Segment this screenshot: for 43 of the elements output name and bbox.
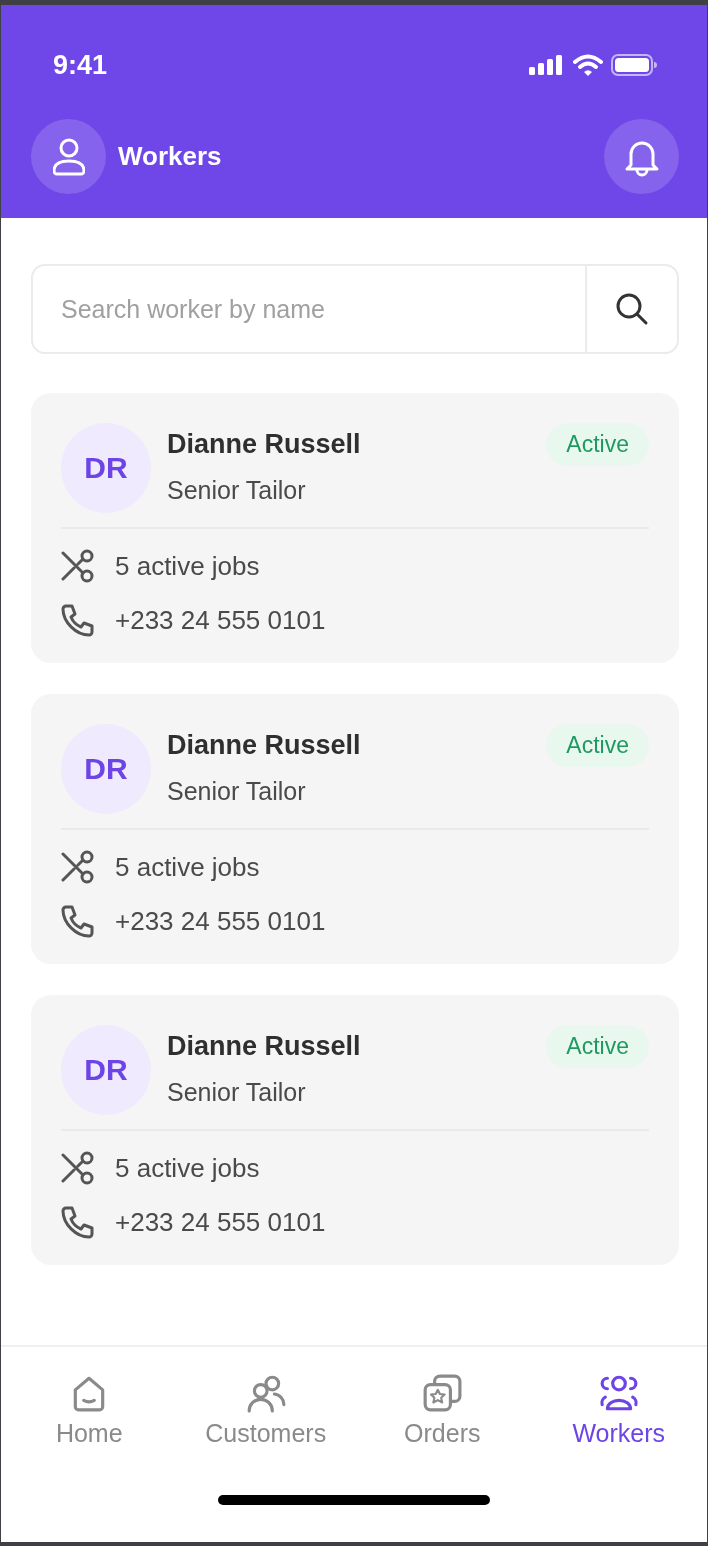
search-bar[interactable]: Search worker by name <box>31 264 679 354</box>
phone-icon <box>61 904 95 938</box>
search-field[interactable]: Search worker by name <box>33 266 585 352</box>
avatar: DR <box>61 724 151 814</box>
wifi-icon <box>573 54 603 76</box>
status-badge: Active <box>546 724 649 767</box>
worker-role: Senior Tailor <box>167 476 307 505</box>
nav-tab[interactable]: Home <box>1 1373 178 1495</box>
status-badge: Active <box>546 1025 649 1068</box>
worker-name: Dianne Russell <box>167 730 362 761</box>
nav-tab[interactable]: Customers <box>177 1373 354 1495</box>
jobs-count: 5 active jobs <box>115 1152 260 1184</box>
worker-card[interactable]: DR Dianne Russell Senior Tailor Active 5 active jobs +233 24 555 0101 <box>31 393 679 663</box>
group-icon <box>598 1373 639 1413</box>
jobs-count: 5 active jobs <box>115 851 260 883</box>
worker-role: Senior Tailor <box>167 1078 307 1107</box>
worker-name: Dianne Russell <box>167 429 362 460</box>
status-time: 9:41 <box>53 49 108 81</box>
search-icon <box>615 292 649 326</box>
phone-number: +233 24 555 0101 <box>115 905 326 937</box>
avatar: DR <box>61 1025 151 1115</box>
header-title: Workers <box>118 141 223 172</box>
signal-icon <box>529 55 565 75</box>
status-badge: Active <box>546 423 649 466</box>
people-icon <box>245 1373 286 1413</box>
scissors-icon <box>61 850 95 884</box>
nav-tab[interactable]: Orders <box>354 1373 531 1495</box>
battery-icon <box>611 54 657 76</box>
jobs-count: 5 active jobs <box>115 550 260 582</box>
nav-tab[interactable]: Workers <box>530 1373 707 1495</box>
scissors-icon <box>61 549 95 583</box>
phone-number: +233 24 555 0101 <box>115 1206 326 1238</box>
worker-role: Senior Tailor <box>167 777 307 806</box>
worker-card[interactable]: DR Dianne Russell Senior Tailor Active 5 active jobs +233 24 555 0101 <box>31 694 679 964</box>
avatar: DR <box>61 423 151 513</box>
worker-card[interactable]: DR Dianne Russell Senior Tailor Active 5 active jobs +233 24 555 0101 <box>31 995 679 1265</box>
phone-icon <box>61 603 95 637</box>
phone-icon <box>61 1205 95 1239</box>
phone-number: +233 24 555 0101 <box>115 604 326 636</box>
user-icon <box>52 137 85 176</box>
scissors-icon <box>61 1151 95 1185</box>
star-cards-icon <box>422 1373 463 1413</box>
worker-name: Dianne Russell <box>167 1031 362 1062</box>
